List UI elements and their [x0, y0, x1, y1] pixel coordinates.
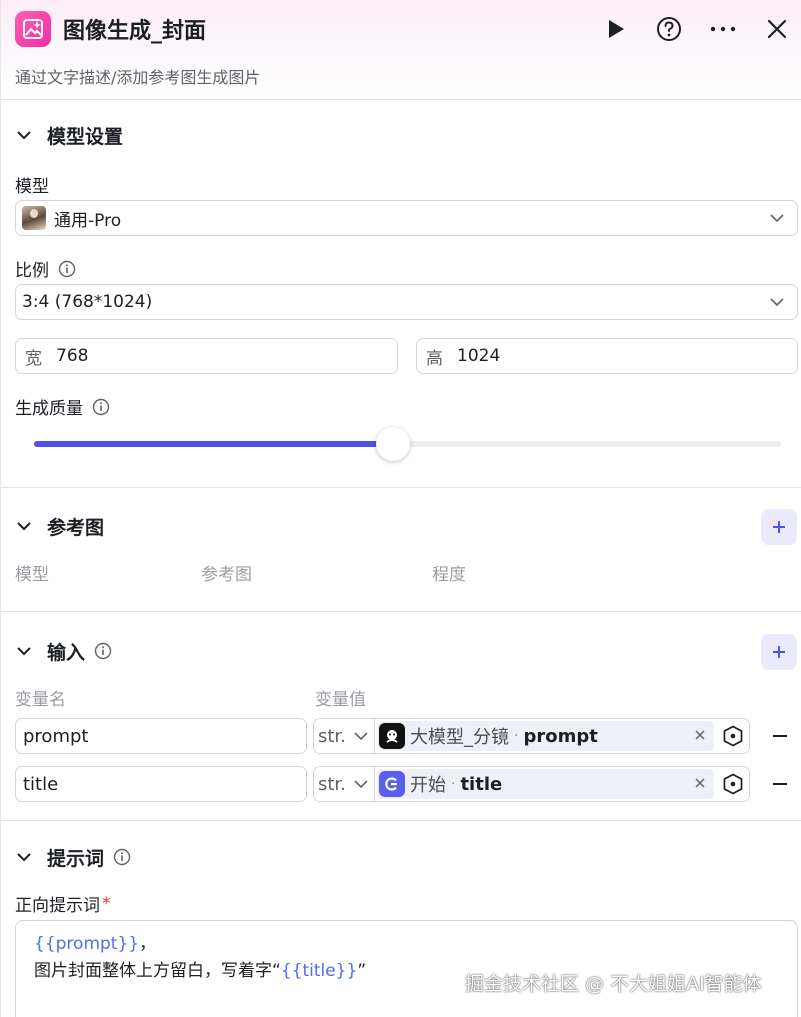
chevron-down-icon[interactable] — [15, 848, 33, 866]
inputs-header[interactable]: 输入 — [15, 637, 113, 665]
help-icon[interactable] — [654, 14, 684, 44]
info-icon[interactable] — [93, 641, 113, 661]
variable-type-select[interactable]: str. — [313, 766, 375, 802]
model-select-value: 通用-Pro — [54, 210, 122, 231]
clear-icon[interactable] — [692, 727, 708, 743]
variable-name-value: title — [23, 773, 59, 795]
node-title[interactable]: 图像生成_封面 — [63, 13, 206, 45]
clear-icon[interactable] — [692, 775, 708, 791]
variable-picker-icon[interactable] — [722, 725, 744, 747]
chevron-down-icon — [354, 731, 368, 740]
variable-name-input[interactable]: title — [15, 766, 307, 802]
add-reference-button[interactable] — [761, 509, 797, 545]
ratio-label: 比例 — [15, 261, 49, 281]
play-icon[interactable] — [601, 14, 631, 44]
quality-slider-fill — [34, 441, 393, 447]
reference-node-name: 大模型_分镜 — [410, 727, 509, 748]
reference-col-strength: 程度 — [432, 565, 466, 585]
required-mark: * — [102, 893, 111, 914]
variable-name-value: prompt — [23, 725, 89, 747]
ratio-label-row: 比例 — [15, 256, 77, 281]
width-input[interactable]: 宽 768 — [15, 338, 398, 374]
divider — [1, 820, 801, 821]
reference-header[interactable]: 参考图 — [15, 512, 104, 540]
variable-reference-chip[interactable]: 开始 · title — [377, 769, 714, 799]
model-settings-header[interactable]: 模型设置 — [15, 121, 123, 149]
section-title-model-settings: 模型设置 — [47, 125, 124, 148]
watermark: 掘金技术社区 @ 不大姐姐AI智能体 — [465, 973, 762, 995]
quality-slider[interactable] — [34, 427, 781, 461]
panel-header: 图像生成_封面 通过文字描述/添加参考图生成图片 — [1, 0, 801, 100]
remove-input-button[interactable] — [769, 725, 791, 747]
variable-reference-field[interactable]: 开始 · title — [374, 766, 750, 802]
more-icon[interactable] — [708, 14, 738, 44]
reference-variable-name: title — [460, 773, 503, 795]
prompt-header[interactable]: 提示词 — [15, 843, 132, 871]
chevron-down-icon — [770, 298, 784, 307]
inputs-col-name: 变量名 — [15, 690, 66, 710]
variable-picker-icon[interactable] — [722, 773, 744, 795]
start-node-icon — [379, 771, 405, 797]
variable-type-value: str. — [318, 725, 346, 747]
height-prefix: 高 — [426, 348, 443, 369]
ratio-select-value: 3:4 (768*1024) — [22, 292, 153, 312]
info-icon[interactable] — [57, 259, 77, 279]
prompt-text: ， — [139, 934, 157, 954]
section-title-inputs: 输入 — [47, 641, 86, 664]
add-input-button[interactable] — [761, 634, 797, 670]
positive-prompt-label-row: 正向提示词 * — [15, 891, 111, 917]
node-description[interactable]: 通过文字描述/添加参考图生成图片 — [15, 64, 260, 88]
plus-icon — [773, 646, 785, 658]
reference-separator: · — [451, 776, 456, 792]
variable-type-select[interactable]: str. — [313, 718, 375, 754]
section-title-reference: 参考图 — [47, 516, 105, 539]
section-title-prompt: 提示词 — [47, 847, 105, 870]
info-icon[interactable] — [91, 397, 111, 417]
prompt-text: ” — [357, 961, 367, 981]
chevron-down-icon[interactable] — [15, 517, 33, 535]
quality-slider-thumb[interactable] — [375, 427, 410, 461]
reference-col-image: 参考图 — [201, 565, 252, 585]
close-icon[interactable] — [762, 14, 792, 44]
variable-reference-chip[interactable]: 大模型_分镜 · prompt — [377, 721, 714, 751]
model-select[interactable]: 通用-Pro — [15, 200, 798, 236]
chevron-down-icon[interactable] — [15, 126, 33, 144]
info-icon[interactable] — [112, 847, 132, 867]
height-input[interactable]: 高 1024 — [416, 338, 798, 374]
width-value: 768 — [56, 346, 89, 366]
height-value: 1024 — [457, 346, 501, 366]
reference-node-name: 开始 — [410, 775, 446, 796]
prompt-line-1: {{prompt}}， — [34, 931, 779, 958]
remove-input-button[interactable] — [769, 773, 791, 795]
quality-label-row: 生成质量 — [15, 394, 111, 419]
plus-icon — [773, 521, 785, 533]
template-variable: {{prompt}} — [34, 934, 140, 954]
chevron-down-icon — [770, 214, 784, 223]
divider — [1, 611, 801, 612]
node-panel: 图像生成_封面 通过文字描述/添加参考图生成图片 模型设置 模型 通用-Pro — [0, 0, 801, 1017]
width-prefix: 宽 — [25, 348, 42, 369]
chevron-down-icon[interactable] — [15, 642, 33, 660]
variable-type-value: str. — [318, 773, 346, 795]
reference-col-model: 模型 — [15, 565, 49, 585]
prompt-text: 图片封面整体上方留白，写着字“ — [34, 961, 281, 981]
reference-variable-name: prompt — [523, 725, 598, 747]
image-generate-icon — [15, 11, 51, 47]
variable-name-input[interactable]: prompt — [15, 718, 307, 754]
divider — [1, 487, 801, 488]
ratio-select[interactable]: 3:4 (768*1024) — [15, 284, 798, 320]
variable-reference-field[interactable]: 大模型_分镜 · prompt — [374, 718, 750, 754]
model-avatar — [22, 206, 46, 230]
quality-label: 生成质量 — [15, 399, 83, 419]
chevron-down-icon — [354, 779, 368, 788]
reference-separator: · — [514, 728, 519, 744]
model-label: 模型 — [15, 177, 49, 197]
positive-prompt-label: 正向提示词 — [15, 896, 100, 916]
llm-node-icon — [379, 723, 405, 749]
template-variable: {{title}} — [280, 961, 358, 981]
inputs-col-value: 变量值 — [315, 690, 366, 710]
